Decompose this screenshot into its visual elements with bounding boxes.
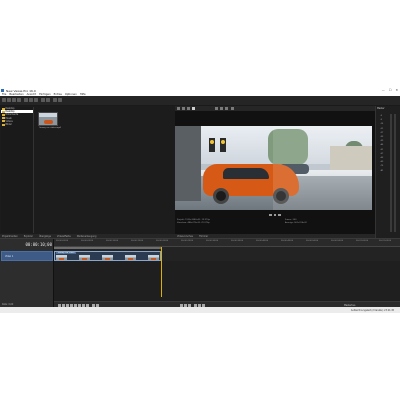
timecode-display: 00:00:10;00 (25, 242, 53, 247)
preview-toolbar (175, 106, 375, 111)
loop-region[interactable] (54, 247, 161, 249)
ruler-tick: 00:00:05;00 (81, 240, 94, 242)
snapshot-icon[interactable] (220, 107, 223, 110)
track-name: Video 1 (5, 255, 14, 258)
timeline-ruler[interactable]: 00:00:00;00 00:00:05;00 00:00:10;00 00:0… (54, 239, 400, 247)
split-screen-icon[interactable] (192, 107, 195, 110)
folder-icon (2, 107, 5, 110)
ruler-tick: 00:00:35;00 (231, 240, 244, 242)
meter-scale: -3 -9 -15 -21 -27 -33 -39 -45 -51 -57 -6… (380, 114, 390, 173)
clip-name: Snowy car video (56, 252, 77, 254)
open-icon[interactable] (7, 98, 11, 102)
ruler-tick: 00:00:55;00 (331, 240, 344, 242)
save-icon[interactable] (12, 98, 16, 102)
ruler-tick: 00:00:15;00 (131, 240, 144, 242)
copy-icon[interactable] (29, 98, 33, 102)
split-screen-overlay (273, 126, 372, 210)
play-icon[interactable] (269, 213, 272, 217)
status-bar: Aufzeichnungszeit (2 Kanäle): 23:21:45 (0, 307, 400, 313)
traffic-light (209, 138, 215, 152)
ruler-tick: 00:00:50;00 (306, 240, 319, 242)
redo-icon[interactable] (46, 98, 50, 102)
timeline: 00:00:10;00 Video 1 00:00:00;00 00:00:05… (0, 238, 400, 308)
preview-info: Projekt: 1920x1080x32, 29,970p Vorschau:… (175, 218, 375, 230)
master-meters: Master -3 -9 -15 -21 -27 -33 -39 -45 -51… (375, 106, 400, 238)
meter-left-channel (390, 114, 392, 232)
video-preview-panel: Projekt: 1920x1080x32, 29,970p Vorschau:… (175, 106, 375, 238)
car-graphic (44, 120, 53, 124)
clip-frame (79, 255, 90, 260)
ruler-tick: 00:01:00;00 (356, 240, 369, 242)
car-wheel (213, 188, 229, 204)
traffic-light (220, 138, 226, 152)
tree-item[interactable]: Bilder (1, 123, 33, 126)
ruler-tick: 00:00:40;00 (256, 240, 269, 242)
render-icon[interactable] (17, 98, 21, 102)
ruler-tick: 00:00:45;00 (281, 240, 294, 242)
track-header-area: 00:00:10;00 Video 1 (0, 239, 54, 308)
ruler-tick: 00:00:20;00 (156, 240, 169, 242)
cut-icon[interactable] (24, 98, 28, 102)
paste-icon[interactable] (34, 98, 38, 102)
ruler-tick: 00:00:25;00 (181, 240, 194, 242)
overlay-icon[interactable] (215, 107, 218, 110)
car-window (223, 168, 269, 179)
loop-icon[interactable] (278, 213, 281, 217)
video-frame (175, 126, 372, 210)
clip-frame (102, 255, 113, 260)
undo-icon[interactable] (41, 98, 45, 102)
properties-icon[interactable] (53, 98, 57, 102)
ruler-tick: 00:00:10;00 (106, 240, 119, 242)
clip-frame (125, 255, 136, 260)
new-project-icon[interactable] (2, 98, 6, 102)
meter-right-channel (394, 114, 396, 232)
folder-icon (2, 117, 5, 120)
record-time-status: Aufzeichnungszeit (2 Kanäle): 23:21:45 (350, 308, 394, 312)
ruler-tick: 00:00:30;00 (206, 240, 219, 242)
ruler-tick: 00:01:05;00 (379, 240, 392, 242)
settings-icon[interactable] (231, 107, 234, 110)
media-thumbnail[interactable] (38, 112, 58, 126)
media-file-name: Snowy car video.mp4 (39, 127, 61, 129)
fx-icon[interactable] (182, 107, 185, 110)
file-list: Snowy car video.mp4 (36, 107, 174, 233)
folder-icon (2, 113, 5, 116)
display-info: Anzeige: 561x316x32 (285, 221, 307, 224)
clip-frame (56, 255, 67, 260)
video-track-header[interactable]: Video 1 (1, 251, 53, 261)
main-toolbar (0, 96, 400, 106)
properties-icon[interactable] (177, 107, 180, 110)
track-area[interactable] (54, 261, 400, 301)
save-snapshot-icon[interactable] (225, 107, 228, 110)
folder-icon (2, 120, 5, 123)
video-clip[interactable]: Snowy car video (54, 251, 161, 261)
help-icon[interactable] (58, 98, 62, 102)
explorer-panel: Desktop Desktop Dokumente Musik Videos B… (0, 106, 175, 234)
clip-frame (148, 255, 159, 260)
building (175, 126, 201, 201)
playhead[interactable] (161, 247, 162, 297)
folder-icon (2, 110, 5, 113)
quality-icon[interactable] (187, 107, 190, 110)
preview-res-info: Vorschau: 480x270x32, 29,970p (177, 221, 210, 224)
folder-tree: Desktop Desktop Dokumente Musik Videos B… (1, 107, 34, 233)
master-label: Master (377, 107, 385, 110)
meter-tick: -81 (380, 169, 384, 172)
folder-icon (2, 123, 5, 126)
vegas-pro-window: New Vegas Pro 16.0 — ☐ ✕ File Bearbeiten… (0, 88, 400, 313)
ruler-tick: 00:00:00;00 (56, 240, 69, 242)
stop-icon[interactable] (273, 213, 277, 217)
